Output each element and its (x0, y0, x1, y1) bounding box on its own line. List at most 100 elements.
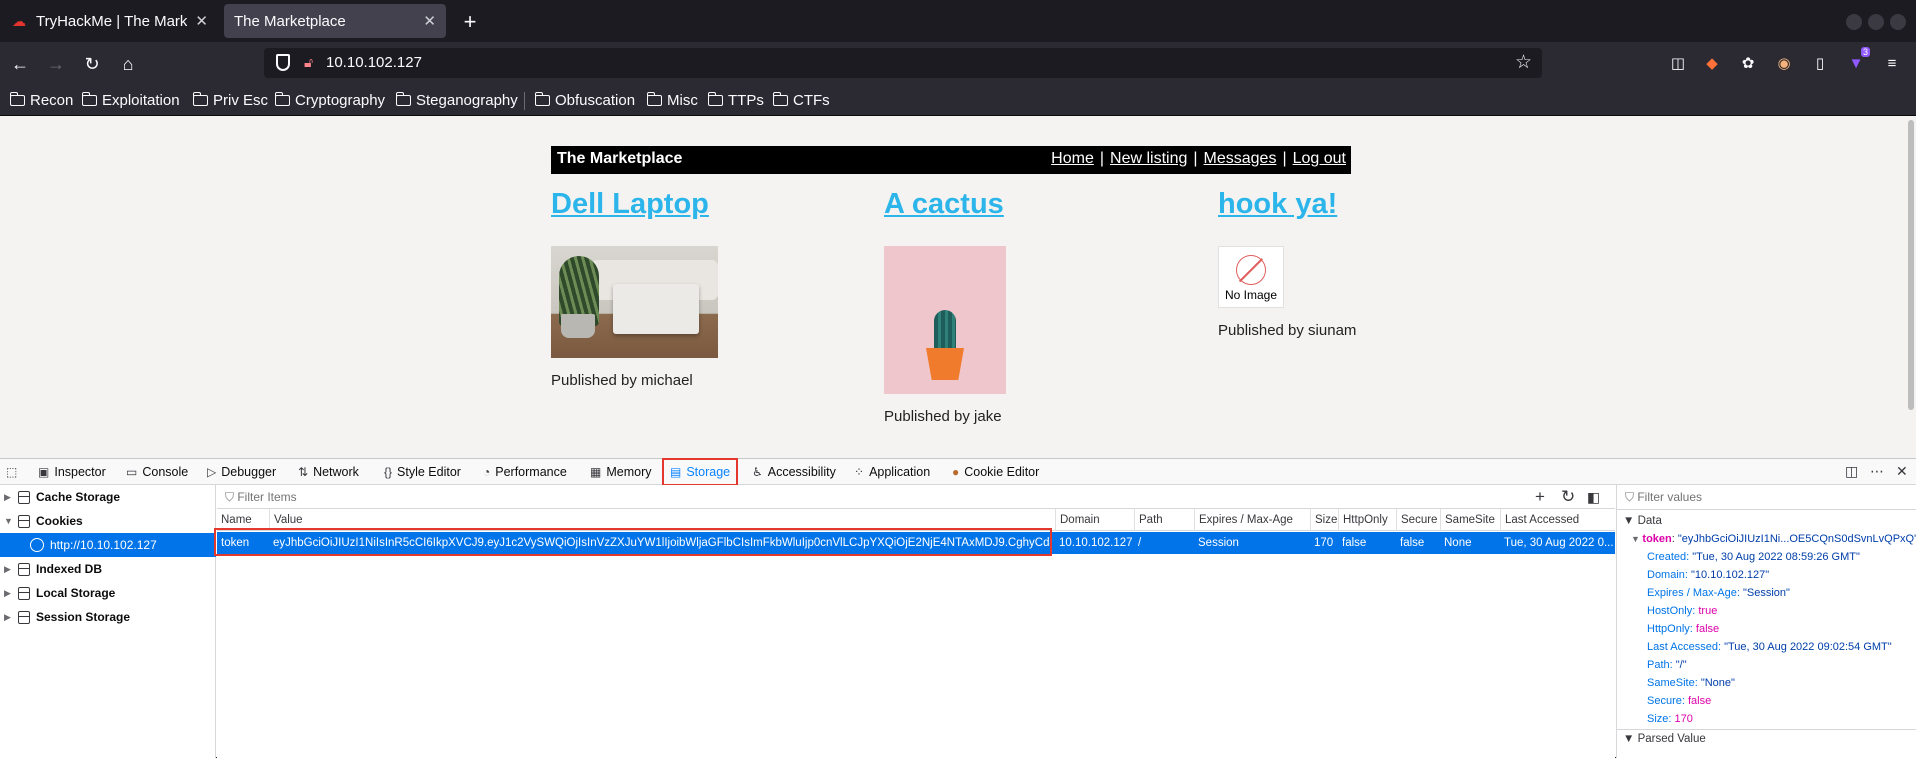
cell-secure[interactable]: false (1396, 532, 1440, 554)
prop-secure[interactable]: Secure: false (1647, 695, 1711, 707)
new-tab-button[interactable]: + (456, 8, 484, 36)
filter-values-input[interactable]: ⛉ Filter values (1625, 490, 1702, 505)
cell-path[interactable]: / (1134, 532, 1194, 554)
close-devtools-icon[interactable]: ✕ (1896, 463, 1908, 480)
parsed-value-section-header[interactable]: ▼ Parsed Value (1623, 733, 1706, 745)
forward-button[interactable]: → (42, 50, 70, 78)
prop-hostonly[interactable]: HostOnly: true (1647, 605, 1717, 617)
prop-samesite[interactable]: SameSite: "None" (1647, 677, 1735, 689)
nav-messages-link[interactable]: Messages (1204, 150, 1277, 168)
col-secure[interactable]: Secure (1396, 509, 1441, 531)
nav-home-link[interactable]: Home (1051, 150, 1094, 168)
tree-cookie-host[interactable]: http://10.10.102.127 (0, 533, 216, 557)
tab-debugger[interactable]: ▷ Debugger (207, 459, 276, 485)
close-tab-icon[interactable]: ✕ (195, 12, 208, 30)
minimize-window-button[interactable] (1846, 14, 1862, 30)
tree-indexed-db[interactable]: ▶ Indexed DB (0, 557, 216, 581)
extension-icon[interactable]: ✿ (1736, 51, 1760, 75)
cell-samesite[interactable]: None (1440, 532, 1500, 554)
table-row[interactable]: token eyJhbGciOiJIUzI1NiIsInR5cCI6IkpXVC… (214, 528, 1615, 556)
tab-console[interactable]: ▭ Console (126, 459, 188, 485)
back-button[interactable]: ← (6, 50, 34, 78)
listing-publisher: Published by siunam (1218, 322, 1357, 339)
bookmark-exploitation[interactable]: Exploitation (81, 89, 180, 111)
cell-size[interactable]: 170 (1310, 532, 1338, 554)
folder-icon (646, 91, 662, 106)
tab-tryhackme[interactable]: ☁ TryHackMe | The Marketp ✕ (0, 4, 218, 38)
prop-httponly[interactable]: HttpOnly: false (1647, 623, 1719, 635)
bookmark-misc[interactable]: Misc (646, 89, 698, 111)
listing-title-link[interactable]: Dell Laptop (551, 188, 709, 220)
close-tab-icon[interactable]: ✕ (423, 12, 436, 30)
tab-memory[interactable]: ▦ Memory (590, 459, 652, 485)
data-section-header[interactable]: ▼ Data (1623, 515, 1662, 527)
nav-logout-link[interactable]: Log out (1293, 150, 1346, 168)
dock-side-icon[interactable]: ◫ (1845, 463, 1858, 480)
col-size[interactable]: Size (1310, 509, 1340, 531)
extensions-badge-icon[interactable]: 3 ▼ (1844, 47, 1870, 75)
bookmark-ttps[interactable]: TTPs (707, 89, 764, 111)
pocket-icon[interactable]: ◫ (1666, 51, 1690, 75)
bookmark-ctfs[interactable]: CTFs (772, 89, 830, 111)
tab-label: Cookie Editor (964, 465, 1040, 479)
menu-hamburger-icon[interactable]: ≡ (1880, 51, 1904, 75)
nav-new-listing-link[interactable]: New listing (1110, 150, 1187, 168)
wappalyzer-icon[interactable]: ◉ (1772, 51, 1796, 75)
add-item-icon[interactable]: + (1535, 487, 1545, 507)
prop-path[interactable]: Path: "/" (1647, 659, 1687, 671)
bookmark-obfuscation[interactable]: Obfuscation (534, 89, 635, 111)
col-last-accessed[interactable]: Last Accessed (1500, 509, 1615, 531)
filter-items-input[interactable]: ⛉ Filter Items (225, 490, 297, 505)
listing-title-link[interactable]: hook ya! (1218, 188, 1337, 220)
token-property[interactable]: ▼ token: "eyJhbGciOiJIUzI1Ni...OE5CQnS0d… (1631, 533, 1916, 545)
tree-session-storage[interactable]: ▶ Session Storage (0, 605, 216, 629)
cell-last-accessed[interactable]: Tue, 30 Aug 2022 0... (1500, 532, 1615, 554)
tab-cookie-editor[interactable]: ● Cookie Editor (952, 459, 1039, 485)
col-samesite[interactable]: SameSite (1440, 509, 1500, 531)
bookmark-star-icon[interactable]: ☆ (1515, 51, 1532, 74)
col-expires[interactable]: Expires / Max-Age (1194, 509, 1314, 531)
col-httponly[interactable]: HttpOnly (1338, 509, 1396, 531)
tree-local-storage[interactable]: ▶ Local Storage (0, 581, 216, 605)
tree-cookies[interactable]: ▼ Cookies (0, 509, 216, 533)
devtools-menu-icon[interactable]: ⋯ (1870, 463, 1884, 480)
clipboard-icon[interactable]: ▯ (1808, 51, 1832, 75)
col-path[interactable]: Path (1134, 509, 1183, 531)
close-window-button[interactable] (1890, 14, 1906, 30)
listing-title-link[interactable]: A cactus (884, 188, 1004, 220)
prop-last-accessed[interactable]: Last Accessed: "Tue, 30 Aug 2022 09:02:5… (1647, 641, 1892, 653)
tab-marketplace[interactable]: The Marketplace ✕ (224, 4, 446, 38)
page-scrollbar[interactable] (1908, 120, 1914, 410)
maximize-window-button[interactable] (1868, 14, 1884, 30)
home-button[interactable]: ⌂ (114, 50, 142, 78)
tab-application[interactable]: ⁘ Application (854, 459, 930, 485)
prop-size[interactable]: Size: 170 (1647, 713, 1693, 725)
tree-cache-storage[interactable]: ▶ Cache Storage (0, 485, 216, 509)
insecure-lock-icon[interactable]: 🔓︎ (304, 54, 313, 71)
tab-storage[interactable]: ▤ Storage (662, 458, 739, 486)
foxyproxy-icon[interactable]: ◆ (1700, 51, 1724, 75)
tab-style-editor[interactable]: {} Style Editor (384, 459, 461, 485)
cell-domain[interactable]: 10.10.102.127 (1055, 532, 1134, 554)
prop-domain[interactable]: Domain: "10.10.102.127" (1647, 569, 1769, 581)
bookmark-steganography[interactable]: Steganography (395, 89, 518, 111)
element-picker-icon[interactable]: ⬚ (6, 459, 22, 485)
prop-created[interactable]: Created: "Tue, 30 Aug 2022 08:59:26 GMT" (1647, 551, 1860, 563)
bookmark-cryptography[interactable]: Cryptography (274, 89, 385, 111)
tab-inspector[interactable]: ▣ Inspector (38, 459, 106, 485)
refresh-items-icon[interactable]: ↻ (1561, 487, 1575, 507)
tab-performance[interactable]: ◔ Performance (483, 459, 567, 485)
prop-expires[interactable]: Expires / Max-Age: "Session" (1647, 587, 1790, 599)
tab-accessibility[interactable]: ♿︎ Accessibility (752, 459, 836, 485)
tab-network[interactable]: ⇅ Network (298, 459, 359, 485)
reload-button[interactable]: ↻ (78, 50, 106, 78)
url-bar[interactable]: 🔓︎ 10.10.102.127 ☆ (264, 48, 1542, 78)
bookmark-priv-esc[interactable]: Priv Esc (192, 89, 268, 111)
bookmark-recon[interactable]: Recon (9, 89, 73, 111)
url-text[interactable]: 10.10.102.127 (326, 54, 422, 71)
tracking-protection-icon[interactable] (276, 54, 290, 71)
col-domain[interactable]: Domain (1055, 509, 1120, 531)
cell-httponly[interactable]: false (1338, 532, 1396, 554)
toggle-sidebar-icon[interactable]: ◧ (1587, 489, 1600, 506)
cell-expires[interactable]: Session (1194, 532, 1310, 554)
